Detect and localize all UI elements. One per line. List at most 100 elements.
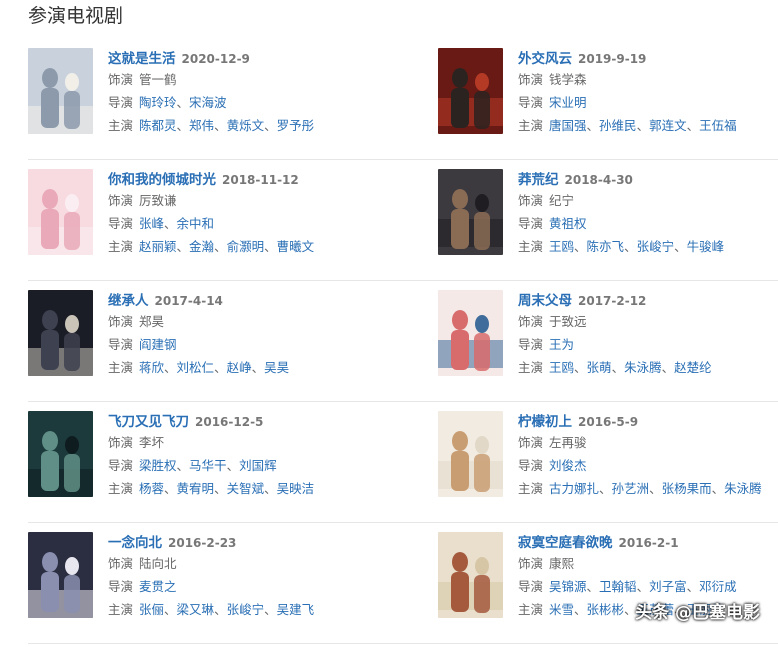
cast-link[interactable]: 孙维民	[599, 118, 637, 133]
director-link[interactable]: 梁胜权	[139, 458, 177, 473]
cast-link[interactable]: 朱泳腾	[724, 481, 762, 496]
cast-link[interactable]: 陈亦飞	[587, 239, 625, 254]
director-link[interactable]: 刘国辉	[239, 458, 277, 473]
cast-link[interactable]: 孙艺洲	[612, 481, 650, 496]
cast-line-label: 主演	[518, 602, 544, 617]
series-poster[interactable]	[28, 290, 93, 376]
series-card: 柠檬初上 2016-5-9 饰演 左再骏 导演 刘俊杰 主演 古力娜扎、孙艺洲、张杨果而、朱泳…	[438, 411, 778, 501]
series-title-link[interactable]: 外交风云	[518, 51, 572, 67]
cast-link[interactable]: 赵丽颖	[139, 239, 177, 254]
cast-link[interactable]: 王鸥	[549, 360, 574, 375]
director-link[interactable]: 宋业明	[549, 95, 587, 110]
cast-link[interactable]: 俞灏明	[227, 239, 265, 254]
series-title-link[interactable]: 一念向北	[108, 535, 162, 551]
cast-link[interactable]: 米雪	[549, 602, 574, 617]
row-divider	[28, 280, 778, 281]
cast-line-label: 主演	[108, 239, 134, 254]
series-date: 2016-2-1	[618, 536, 679, 550]
series-poster[interactable]	[28, 411, 93, 497]
cast-link[interactable]: 罗予彤	[277, 118, 315, 133]
separator: 、	[214, 360, 227, 375]
cast-link[interactable]: 蒋欣	[139, 360, 164, 375]
director-link[interactable]: 卫翰韬	[599, 579, 637, 594]
series-poster[interactable]	[438, 169, 503, 255]
cast-link[interactable]: 张彬彬	[587, 602, 625, 617]
cast-link[interactable]: 张俪	[139, 602, 164, 617]
series-poster[interactable]	[438, 48, 503, 134]
series-poster[interactable]	[438, 411, 503, 497]
series-card: 这就是生活 2020-12-9 饰演 管一鹤 导演 陶玲玲、宋海波 主演 陈都灵、郑伟、黄烁文…	[28, 48, 368, 138]
series-info: 柠檬初上 2016-5-9 饰演 左再骏 导演 刘俊杰 主演 古力娜扎、孙艺洲、张杨果而、朱泳…	[518, 411, 778, 500]
role-name: 钱学森	[549, 72, 587, 87]
cast-link[interactable]: 陈都灵	[139, 118, 177, 133]
series-title-link[interactable]: 柠檬初上	[518, 414, 572, 430]
series-title-link[interactable]: 飞刀又见飞刀	[108, 414, 189, 430]
separator: 、	[176, 95, 190, 110]
cast-link[interactable]: 张峻宁	[637, 239, 675, 254]
director-link[interactable]: 吴锦源	[549, 579, 587, 594]
director-link[interactable]: 刘俊杰	[549, 458, 587, 473]
cast-link[interactable]: 关智斌	[227, 481, 265, 496]
cast-line: 主演 古力娜扎、孙艺洲、张杨果而、朱泳腾	[518, 477, 778, 500]
director-line: 导演 黄祖权	[518, 212, 778, 235]
series-date: 2016-12-5	[195, 415, 264, 429]
director-link[interactable]: 陶玲玲	[139, 95, 177, 110]
director-link[interactable]: 麦贯之	[139, 579, 177, 594]
cast-line: 主演 唐国强、孙维民、郭连文、王伍福	[518, 114, 778, 137]
director-link[interactable]: 黄祖权	[549, 216, 587, 231]
director-line: 导演 阎建钢	[108, 333, 378, 356]
cast-link[interactable]: 黄烁文	[227, 118, 265, 133]
role-line-label: 饰演	[518, 72, 544, 87]
cast-link[interactable]: 王伍福	[699, 118, 737, 133]
cast-link[interactable]: 曹曦文	[277, 239, 315, 254]
cast-link[interactable]: 吴映洁	[277, 481, 315, 496]
cast-link[interactable]: 唐国强	[549, 118, 587, 133]
director-link[interactable]: 王为	[549, 337, 574, 352]
role-line: 饰演 康熙	[518, 552, 778, 575]
cast-link[interactable]: 张杨果而	[662, 481, 712, 496]
cast-link[interactable]: 吴昊	[264, 360, 289, 375]
director-link[interactable]: 余中和	[177, 216, 215, 231]
cast-link[interactable]: 郭连文	[649, 118, 687, 133]
cast-link[interactable]: 朱泳腾	[624, 360, 662, 375]
cast-link[interactable]: 张萌	[587, 360, 612, 375]
series-title-link[interactable]: 周末父母	[518, 293, 572, 309]
series-title-line: 柠檬初上 2016-5-9	[518, 411, 778, 431]
series-poster[interactable]	[28, 169, 93, 255]
cast-link[interactable]: 郑伟	[189, 118, 214, 133]
series-title-line: 周末父母 2017-2-12	[518, 290, 778, 310]
series-poster[interactable]	[28, 532, 93, 618]
separator: 、	[214, 239, 227, 254]
series-title-link[interactable]: 寂寞空庭春欲晚	[518, 535, 613, 551]
cast-link[interactable]: 杨蓉	[139, 481, 164, 496]
director-link[interactable]: 邓衍成	[699, 579, 737, 594]
series-poster[interactable]	[438, 290, 503, 376]
cast-link[interactable]: 王鸥	[549, 239, 574, 254]
director-link[interactable]: 张峰	[139, 216, 164, 231]
role-line: 饰演 于致远	[518, 310, 778, 333]
series-title-link[interactable]: 你和我的倾城时光	[108, 172, 216, 188]
director-link[interactable]: 阎建钢	[139, 337, 177, 352]
cast-link[interactable]: 梁又琳	[177, 602, 215, 617]
cast-line: 主演 陈都灵、郑伟、黄烁文、罗予彤	[108, 114, 378, 137]
series-title-link[interactable]: 这就是生活	[108, 51, 176, 67]
separator: 、	[674, 239, 687, 254]
cast-link[interactable]: 古力娜扎	[549, 481, 599, 496]
series-poster[interactable]	[28, 48, 93, 134]
cast-link[interactable]: 吴建飞	[277, 602, 315, 617]
cast-link[interactable]: 牛骏峰	[687, 239, 725, 254]
cast-link[interactable]: 黄宥明	[177, 481, 215, 496]
series-title-link[interactable]: 莽荒纪	[518, 172, 559, 188]
cast-line: 主演 杨蓉、黄宥明、关智斌、吴映洁	[108, 477, 378, 500]
series-info: 继承人 2017-4-14 饰演 郑昊 导演 阎建钢 主演 蒋欣、刘松仁、赵峥、吴昊	[108, 290, 378, 379]
series-title-link[interactable]: 继承人	[108, 293, 149, 309]
cast-link[interactable]: 张峻宁	[227, 602, 265, 617]
cast-link[interactable]: 刘松仁	[177, 360, 215, 375]
director-link[interactable]: 马华干	[189, 458, 227, 473]
cast-link[interactable]: 赵峥	[227, 360, 252, 375]
cast-link[interactable]: 金瀚	[189, 239, 214, 254]
cast-link[interactable]: 赵楚纶	[674, 360, 712, 375]
director-link[interactable]: 宋海波	[189, 95, 227, 110]
series-poster[interactable]	[438, 532, 503, 618]
director-link[interactable]: 刘子富	[649, 579, 687, 594]
